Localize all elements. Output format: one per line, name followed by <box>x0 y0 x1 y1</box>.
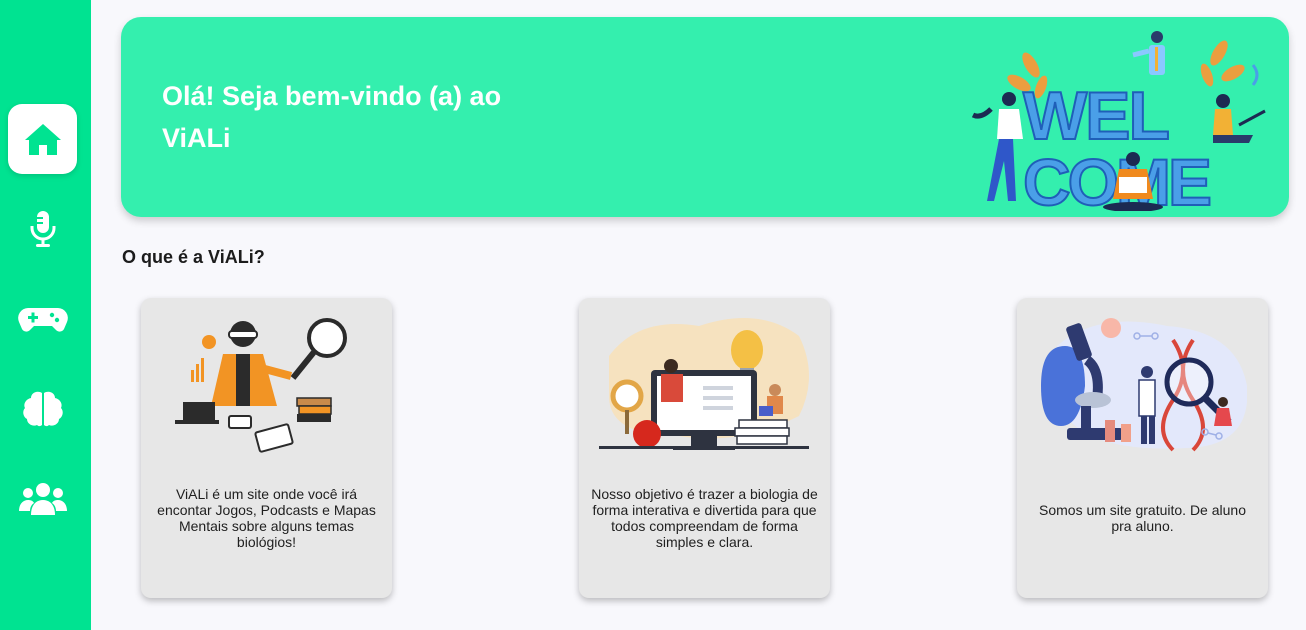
sidebar-item-games[interactable] <box>8 284 77 354</box>
brain-icon <box>22 391 63 427</box>
banner-title-line1: Olá! Seja bem-vindo (a) ao <box>162 81 502 111</box>
sidebar-item-mind-maps[interactable] <box>8 374 77 444</box>
home-icon <box>24 124 61 155</box>
microphone-icon <box>30 211 55 247</box>
online-lesson-illustration <box>599 318 809 450</box>
info-card-2: Nosso objetivo é trazer a biologia de fo… <box>579 298 830 598</box>
welcome-illustration: WEL COME <box>971 31 1266 211</box>
researcher-illustration <box>175 318 347 453</box>
card-2-text: Nosso objetivo é trazer a biologia de fo… <box>591 486 818 550</box>
banner-title-line2: ViALi <box>162 123 231 153</box>
section-title: O que é a ViALi? <box>122 247 265 267</box>
sidebar-item-podcasts[interactable] <box>8 194 77 264</box>
main-content: Olá! Seja bem-vindo (a) ao ViALi WEL COM… <box>91 0 1306 630</box>
illustration-come-text: COME <box>1023 145 1210 211</box>
welcome-banner: Olá! Seja bem-vindo (a) ao ViALi WEL COM… <box>121 17 1289 217</box>
info-card-1: ViALi é um site onde você irá encontar J… <box>141 298 392 598</box>
gamepad-icon <box>17 308 68 332</box>
illustration-wel-text: WEL <box>1023 78 1169 154</box>
illustration-woman-left <box>971 92 1023 201</box>
card-3-text: Somos um site gratuito. De aluno pra alu… <box>1039 502 1246 534</box>
laboratory-illustration <box>1041 318 1247 452</box>
sidebar-item-home[interactable] <box>8 104 77 174</box>
info-card-3: Somos um site gratuito. De aluno pra alu… <box>1017 298 1268 598</box>
illustration-man-top <box>1132 31 1165 75</box>
banner-title: Olá! Seja bem-vindo (a) ao ViALi <box>162 75 562 159</box>
users-icon <box>18 483 67 515</box>
sidebar-item-about-us[interactable] <box>8 464 77 534</box>
card-1-text: ViALi é um site onde você irá encontar J… <box>157 486 376 550</box>
sidebar <box>0 0 91 630</box>
illustration-woman-right <box>1213 64 1266 143</box>
